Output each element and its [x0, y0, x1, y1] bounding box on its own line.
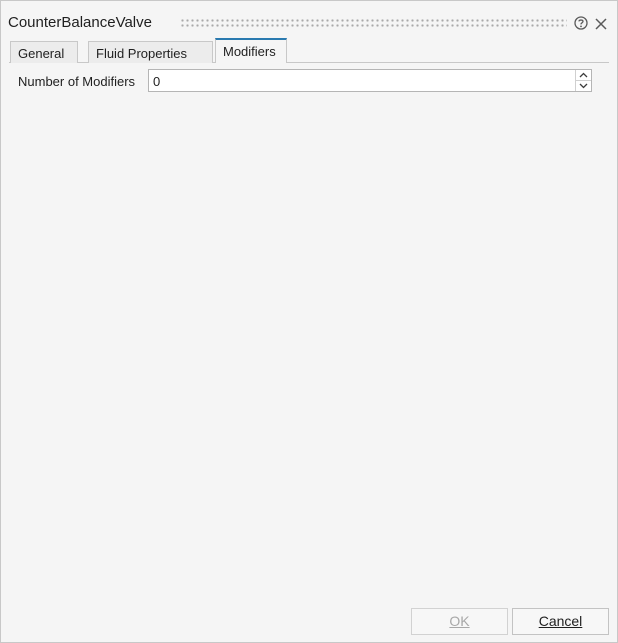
drag-grip-handle[interactable]	[180, 18, 567, 28]
chevron-down-icon	[579, 83, 588, 89]
number-of-modifiers-spinbox[interactable]: 0	[148, 69, 592, 92]
spin-up-button[interactable]	[576, 70, 591, 81]
spinbox-value[interactable]: 0	[153, 74, 160, 89]
tab-fluid-properties[interactable]: Fluid Properties	[88, 41, 213, 63]
tab-modifiers[interactable]: Modifiers	[215, 38, 287, 63]
help-circle-icon[interactable]	[574, 16, 588, 30]
cancel-button[interactable]: Cancel	[512, 608, 609, 635]
spin-buttons	[575, 70, 591, 91]
spin-down-button[interactable]	[576, 81, 591, 91]
tab-label: General	[18, 46, 65, 61]
chevron-up-icon	[579, 72, 588, 78]
dialog-title: CounterBalanceValve	[8, 14, 152, 31]
ok-button-label: OK	[449, 613, 470, 629]
cancel-button-label: Cancel	[538, 613, 583, 629]
tab-label: Fluid Properties	[96, 46, 188, 61]
number-of-modifiers-label: Number of Modifiers	[18, 74, 136, 89]
tab-label: Modifiers	[223, 44, 276, 59]
title-bar[interactable]: CounterBalanceValve	[1, 1, 617, 37]
dialog-window: CounterBalanceValve General Fluid Proper…	[0, 0, 618, 643]
close-icon[interactable]	[595, 17, 607, 30]
ok-button[interactable]: OK	[411, 608, 508, 635]
tab-general[interactable]: General	[10, 41, 78, 63]
